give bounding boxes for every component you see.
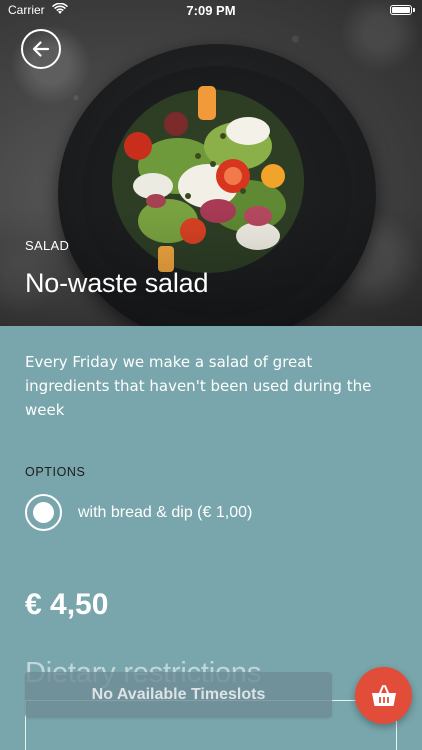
- option-label: with bread & dip (€ 1,00): [78, 503, 253, 521]
- radio-button[interactable]: [25, 494, 62, 531]
- product-description: Every Friday we make a salad of great in…: [25, 353, 372, 419]
- category-label: SALAD: [25, 238, 70, 253]
- timeslots-banner: No Available Timeslots: [25, 672, 332, 718]
- basket-icon: [371, 684, 396, 706]
- product-price: € 4,50: [25, 588, 109, 621]
- option-bread-dip[interactable]: with bread & dip (€ 1,00): [25, 494, 252, 531]
- basket-button[interactable]: [355, 667, 412, 724]
- options-heading: OPTIONS: [25, 465, 86, 479]
- battery-icon: [390, 5, 415, 15]
- status-bar: Carrier 7:09 PM: [0, 0, 422, 22]
- product-title: No-waste salad: [25, 268, 209, 298]
- product-detail-screen: Carrier 7:09 PM SALAD No-waste salad Eve…: [0, 0, 422, 750]
- radio-selected-dot: [33, 502, 54, 523]
- arrow-left-icon: [32, 41, 50, 57]
- back-button[interactable]: [21, 29, 61, 69]
- status-time: 7:09 PM: [186, 3, 236, 18]
